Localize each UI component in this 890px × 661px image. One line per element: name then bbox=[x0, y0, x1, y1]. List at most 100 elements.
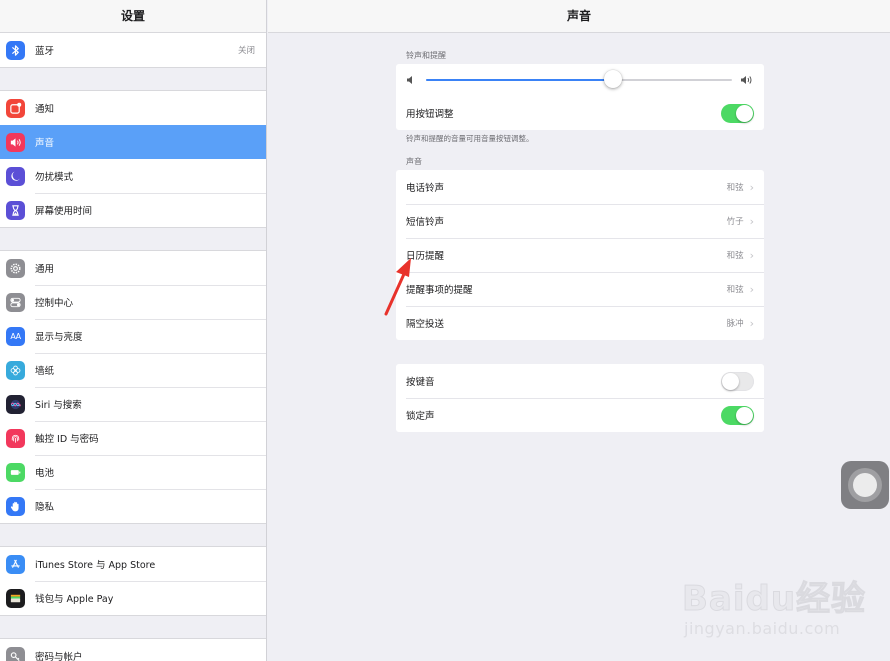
sidebar-item-siri[interactable]: Siri 与搜索 bbox=[0, 387, 266, 421]
sidebar-item-touch-id[interactable]: 触控 ID 与密码 bbox=[0, 421, 266, 455]
row-value: 和弦 bbox=[726, 251, 744, 261]
sidebar-title: 设置 bbox=[0, 0, 266, 33]
sidebar-item-label: 密码与帐户 bbox=[35, 652, 83, 661]
sidebar-item-label: 电池 bbox=[35, 468, 55, 479]
gear-icon bbox=[6, 258, 25, 278]
baidu-watermark: Baidu经验 jingyan.baidu.com bbox=[681, 565, 865, 645]
row-label: 提醒事项的提醒 bbox=[406, 285, 473, 296]
keyboard-clicks-row: 按键音 bbox=[396, 364, 764, 398]
row-value: 和弦 bbox=[726, 183, 744, 193]
assistive-touch-ring bbox=[848, 468, 882, 502]
airdrop-row[interactable]: 隔空投送 脉冲 › bbox=[396, 306, 764, 340]
sidebar-item-label: 控制中心 bbox=[35, 298, 74, 309]
key-icon bbox=[6, 646, 25, 661]
sidebar-item-battery[interactable]: 电池 bbox=[0, 455, 266, 489]
text-tone-row[interactable]: 短信铃声 竹子 › bbox=[396, 204, 764, 238]
system-sounds-card: 按键音 锁定声 bbox=[396, 364, 764, 432]
assistive-touch-dot bbox=[853, 473, 877, 497]
change-with-buttons-row: 用按钮调整 bbox=[396, 96, 764, 130]
watermark-url: jingyan.baidu.com bbox=[684, 619, 841, 638]
sidebar-item-control-center[interactable]: 控制中心 bbox=[0, 285, 266, 319]
chevron-right-icon: › bbox=[749, 316, 754, 330]
slider-fill bbox=[426, 79, 613, 81]
ringer-footnote: 铃声和提醒的音量可用音量按钮调整。 bbox=[406, 134, 534, 143]
sounds-pane: 声音 铃声和提醒 用按钮调整 铃声和提醒的音量可用音量按钮调整。 声音 电话铃声… bbox=[268, 0, 890, 661]
chevron-right-icon: › bbox=[749, 282, 754, 296]
sidebar-item-label: 隐私 bbox=[35, 502, 55, 513]
reminder-alerts-row[interactable]: 提醒事项的提醒 和弦 › bbox=[396, 272, 764, 306]
control-center-icon bbox=[6, 292, 25, 312]
sidebar-item-notifications[interactable]: 通知 bbox=[0, 91, 266, 125]
sidebar-item-label: 钱包与 Apple Pay bbox=[35, 594, 114, 605]
sidebar-item-general[interactable]: 通用 bbox=[0, 251, 266, 285]
annotation-arrow-icon bbox=[384, 258, 411, 316]
sidebar-item-label: 通用 bbox=[35, 264, 55, 275]
sidebar-item-bluetooth[interactable]: 蓝牙 关闭 bbox=[0, 33, 266, 67]
volume-high-icon bbox=[741, 76, 752, 84]
sidebar-item-label: 触控 ID 与密码 bbox=[35, 434, 99, 445]
hourglass-icon bbox=[6, 200, 25, 220]
page-title: 声音 bbox=[268, 0, 890, 33]
hand-icon bbox=[6, 496, 25, 516]
sidebar-item-label: 勿扰模式 bbox=[35, 172, 74, 183]
ringer-card: 用按钮调整 bbox=[396, 64, 764, 130]
sidebar-item-label: 墙纸 bbox=[35, 366, 55, 377]
row-label: 按键音 bbox=[406, 377, 435, 388]
keyboard-clicks-toggle[interactable] bbox=[721, 371, 754, 391]
slider-thumb[interactable] bbox=[603, 70, 622, 88]
fingerprint-icon bbox=[6, 428, 25, 448]
assistive-touch-button[interactable] bbox=[841, 461, 889, 509]
ringer-volume-slider[interactable] bbox=[426, 70, 732, 88]
row-label: 用按钮调整 bbox=[406, 109, 454, 120]
notifications-icon bbox=[6, 98, 25, 118]
volume-low-icon bbox=[407, 76, 412, 84]
toggle-knob bbox=[722, 372, 739, 390]
section-label: 铃声和提醒 bbox=[406, 51, 446, 60]
chevron-right-icon: › bbox=[749, 180, 754, 194]
sidebar-item-label: iTunes Store 与 App Store bbox=[35, 560, 156, 571]
sidebar-item-screen-time[interactable]: 屏幕使用时间 bbox=[0, 193, 266, 227]
lock-sound-toggle[interactable] bbox=[721, 405, 754, 425]
calendar-alerts-row[interactable]: 日历提醒 和弦 › bbox=[396, 238, 764, 272]
toggle-knob bbox=[736, 406, 753, 424]
row-value: 脉冲 bbox=[726, 319, 744, 329]
sidebar-item-privacy[interactable]: 隐私 bbox=[0, 489, 266, 523]
sounds-card: 电话铃声 和弦 › 短信铃声 竹子 › 日历提醒 和弦 › 提醒事项的提醒 和弦… bbox=[396, 170, 764, 340]
chevron-right-icon: › bbox=[749, 248, 754, 262]
row-label: 日历提醒 bbox=[406, 251, 445, 262]
settings-sidebar: 设置 蓝牙 关闭 通知 声音 勿扰模式 屏幕使用时间 通用 控制中心 AA 显示… bbox=[0, 0, 267, 661]
sidebar-item-wallet[interactable]: 钱包与 Apple Pay bbox=[0, 581, 266, 615]
row-value: 和弦 bbox=[726, 285, 744, 295]
sidebar-item-wallpaper[interactable]: 墙纸 bbox=[0, 353, 266, 387]
sidebar-item-app-store[interactable]: iTunes Store 与 App Store bbox=[0, 547, 266, 581]
row-value: 竹子 bbox=[726, 217, 744, 227]
sidebar-item-label: 通知 bbox=[35, 104, 55, 115]
sidebar-item-label: 显示与亮度 bbox=[35, 332, 83, 343]
ringer-section: 铃声和提醒 用按钮调整 铃声和提醒的音量可用音量按钮调整。 bbox=[396, 48, 764, 148]
siri-icon bbox=[6, 394, 25, 414]
sounds-section: 声音 电话铃声 和弦 › 短信铃声 竹子 › 日历提醒 和弦 › 提醒事项的提醒… bbox=[396, 154, 764, 340]
change-with-buttons-toggle[interactable] bbox=[721, 103, 754, 123]
row-label: 短信铃声 bbox=[406, 217, 445, 228]
moon-icon bbox=[6, 166, 25, 186]
ringtone-row[interactable]: 电话铃声 和弦 › bbox=[396, 170, 764, 204]
row-label: 隔空投送 bbox=[406, 319, 445, 330]
wallet-icon bbox=[6, 588, 25, 608]
bluetooth-status: 关闭 bbox=[237, 46, 255, 56]
sidebar-item-do-not-disturb[interactable]: 勿扰模式 bbox=[0, 159, 266, 193]
toggle-knob bbox=[736, 104, 753, 122]
sidebar-item-sounds[interactable]: 声音 bbox=[0, 125, 266, 159]
sidebar-item-label: Siri 与搜索 bbox=[35, 400, 82, 411]
watermark-brand: Baidu经验 bbox=[681, 579, 867, 620]
sidebar-item-label: 蓝牙 bbox=[35, 46, 55, 57]
sidebar-item-display[interactable]: AA 显示与亮度 bbox=[0, 319, 266, 353]
speaker-icon bbox=[6, 132, 25, 152]
display-icon: AA bbox=[6, 326, 25, 346]
system-sounds-section: 按键音 锁定声 bbox=[396, 364, 764, 432]
ringer-volume-row bbox=[396, 64, 764, 96]
row-label: 锁定声 bbox=[406, 411, 435, 422]
sidebar-item-passwords-accounts[interactable]: 密码与帐户 bbox=[0, 639, 266, 661]
chevron-right-icon: › bbox=[749, 214, 754, 228]
section-label: 声音 bbox=[406, 157, 422, 166]
sidebar-item-label: 声音 bbox=[35, 138, 55, 149]
